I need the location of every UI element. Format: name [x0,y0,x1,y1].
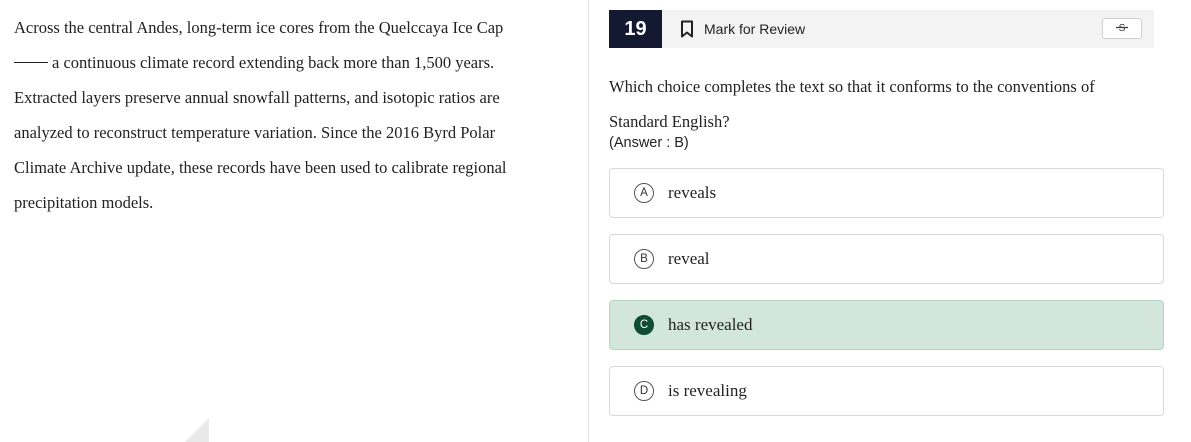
strikethrough-toggle-button[interactable]: S [1102,18,1142,39]
passage-blank [14,61,48,63]
question-number: 19 [609,10,662,48]
passage-line: Climate Archive update, these records ha… [14,158,507,177]
passage-pane: Across the central Andes, long-term ice … [0,0,589,442]
mark-for-review-label: Mark for Review [704,21,806,37]
page-corner-fold [185,418,209,442]
choice-letter: D [634,381,654,401]
question-line: Standard English? [609,112,730,131]
test-page: Across the central Andes, long-term ice … [0,0,1191,442]
question-prompt: Which choice completes the text so that … [609,69,1157,139]
passage-line: precipitation models. [14,193,154,212]
question-line: Which choice completes the text so that … [609,77,1095,96]
choice-d[interactable]: D is revealing [609,366,1164,416]
choice-letter: A [634,183,654,203]
question-pane: 19 Mark for Review S Which ch [589,0,1191,442]
bookmark-icon [680,19,698,39]
choice-text: reveals [668,183,717,202]
choice-text: reveal [668,249,710,268]
choice-text: has revealed [668,315,753,334]
choice-text: is revealing [668,381,747,400]
passage-line: Across the central Andes, long-term ice … [14,18,504,37]
choice-c[interactable]: C has revealed [609,300,1164,350]
passage-line: Extracted layers preserve annual snowfal… [14,88,500,107]
question-header: 19 Mark for Review S [609,10,1154,48]
passage-line: analyzed to reconstruct temperature vari… [14,123,496,142]
mark-for-review-button[interactable]: Mark for Review [680,19,805,39]
passage-line: a continuous climate record extending ba… [52,53,495,72]
choice-b[interactable]: B reveal [609,234,1164,284]
choice-a[interactable]: A reveals [609,168,1164,218]
passage-text: Across the central Andes, long-term ice … [14,10,574,220]
strikethrough-icon: S [1114,20,1130,38]
choice-letter: B [634,249,654,269]
answer-note: (Answer : B) [609,135,689,151]
choice-letter: C [634,315,654,335]
